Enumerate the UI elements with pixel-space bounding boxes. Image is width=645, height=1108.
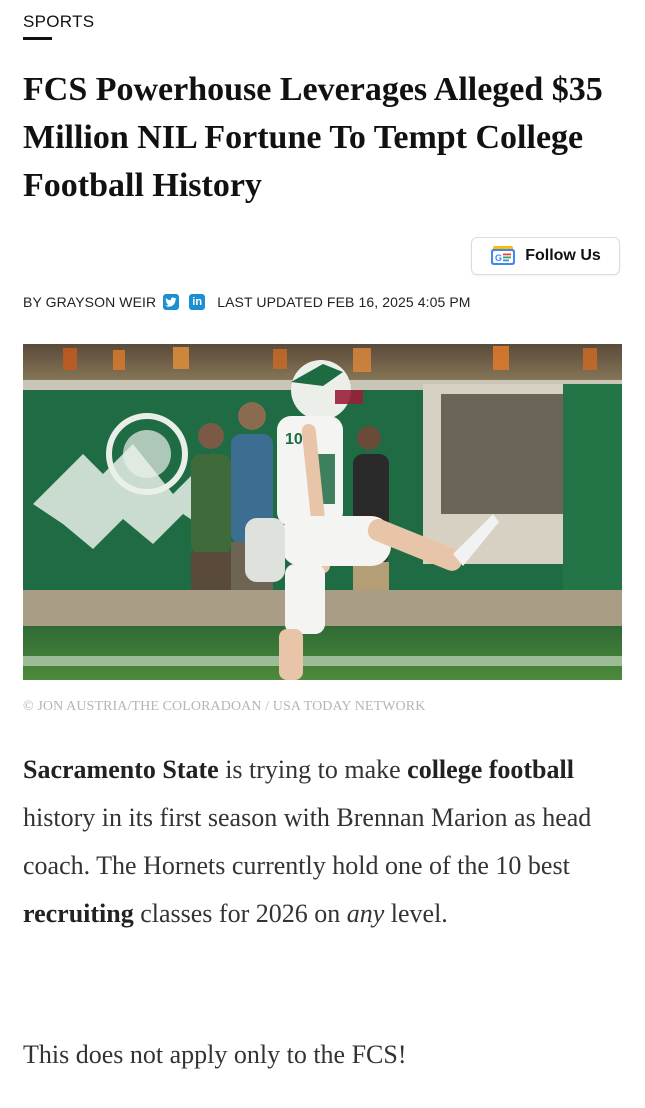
section-label[interactable]: SPORTS	[23, 12, 94, 32]
follow-us-button[interactable]: G Follow Us	[471, 237, 620, 275]
bold-college-football[interactable]: college football	[407, 755, 574, 784]
article-paragraph-2: This does not apply only to the FCS!	[23, 1040, 407, 1069]
italic-any: any	[346, 899, 385, 928]
jersey-number: 10	[285, 431, 303, 448]
author-name[interactable]: BY GRAYSON WEIR	[23, 294, 156, 310]
text-span: classes for 2026 on	[133, 899, 347, 928]
article-headline: FCS Powerhouse Leverages Alleged $35 Mil…	[23, 71, 603, 204]
twitter-icon[interactable]	[163, 294, 180, 310]
photo-caption: © JON AUSTRIA/THE COLORADOAN / USA TODAY…	[23, 699, 426, 714]
linkedin-icon[interactable]: in	[189, 294, 206, 310]
byline: BY GRAYSON WEIR in LAST UPDATED FEB 16, …	[23, 294, 471, 310]
section-underline	[23, 37, 52, 40]
svg-text:G: G	[495, 253, 502, 263]
follow-us-label: Follow Us	[525, 247, 601, 264]
text-span: is trying to make	[218, 755, 408, 784]
text-span: history in its first season with Brennan…	[23, 803, 592, 880]
bold-sacramento-state[interactable]: Sacramento State	[23, 755, 219, 784]
text-span: level.	[384, 899, 448, 928]
article-paragraph-1: Sacramento State is trying to make colle…	[23, 746, 623, 938]
article-photo[interactable]: 10	[23, 344, 622, 680]
last-updated: LAST UPDATED FEB 16, 2025 4:05 PM	[217, 294, 471, 310]
google-news-icon: G	[491, 246, 516, 265]
bold-recruiting[interactable]: recruiting	[23, 899, 134, 928]
